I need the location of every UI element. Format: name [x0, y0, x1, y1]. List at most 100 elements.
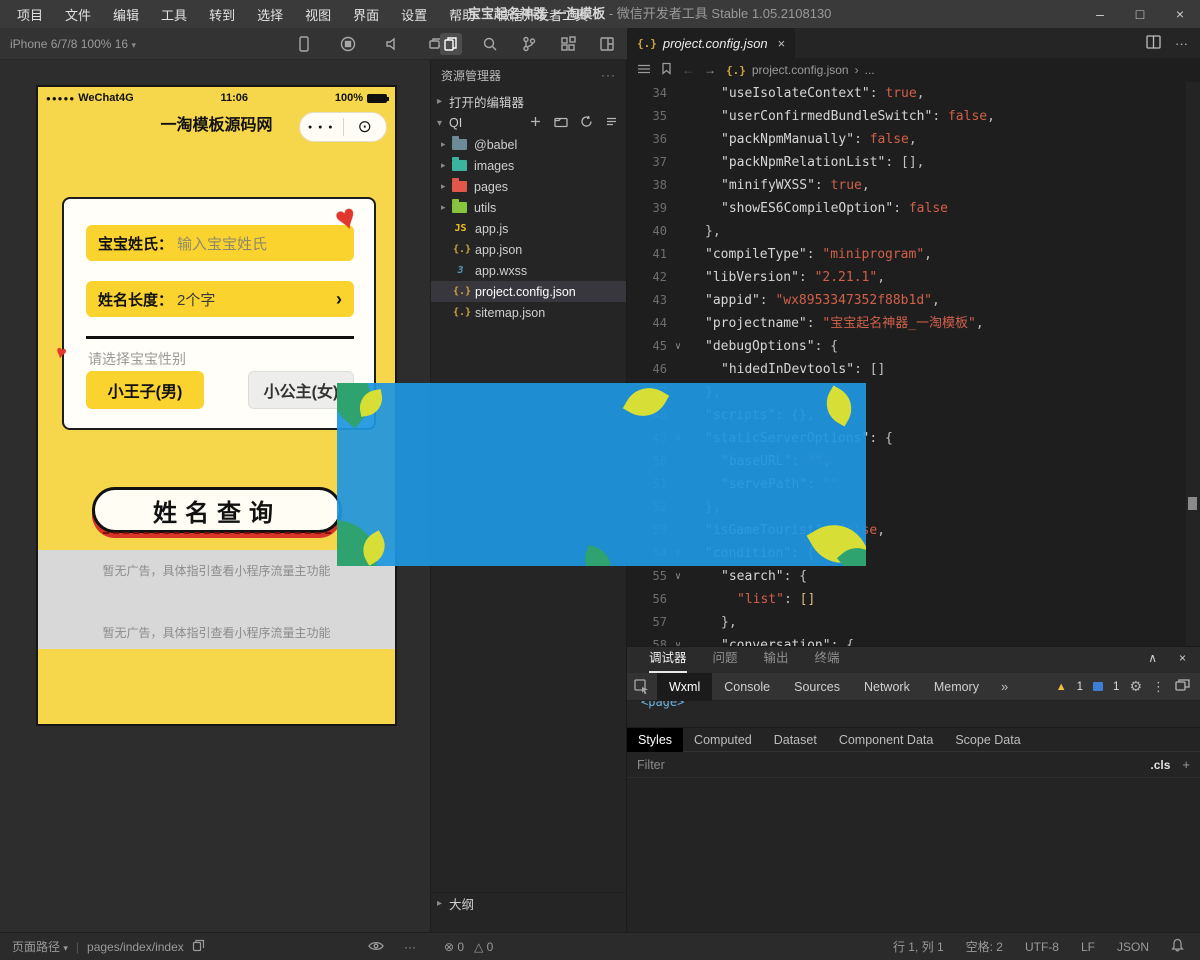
scrollbar-thumb[interactable]: [1188, 497, 1197, 510]
close-tab-icon[interactable]: ×: [778, 36, 786, 51]
explorer-activity-icon[interactable]: [440, 33, 462, 55]
panel-close-icon[interactable]: ×: [1179, 651, 1186, 665]
debugger-panel-tab[interactable]: 问题: [713, 647, 738, 673]
dock-icon[interactable]: [1175, 679, 1190, 695]
filter-input[interactable]: Filter: [637, 758, 1150, 772]
devtools-tab[interactable]: Network: [852, 673, 922, 701]
close-button[interactable]: ×: [1160, 0, 1200, 28]
menu-item[interactable]: 项目: [8, 5, 52, 24]
breadcrumb-file[interactable]: project.config.json: [752, 63, 849, 77]
problems-indicator[interactable]: ⊗ 0 △ 0: [430, 940, 627, 954]
styles-tab[interactable]: Scope Data: [944, 728, 1031, 752]
bell-icon[interactable]: [1171, 938, 1184, 955]
capsule-menu[interactable]: ● ● ● ⊙: [299, 112, 387, 142]
panel-collapse-icon[interactable]: ∧: [1148, 651, 1157, 665]
male-button[interactable]: 小王子(男): [86, 371, 204, 409]
nav-back-icon[interactable]: ←: [682, 63, 694, 77]
statusbar-more-icon[interactable]: ···: [404, 940, 416, 954]
menu-item[interactable]: 工具: [152, 5, 196, 24]
indent-setting[interactable]: 空格: 2: [966, 938, 1003, 955]
debugger-panel-tab[interactable]: 终端: [815, 647, 840, 673]
list-icon[interactable]: [637, 63, 651, 78]
name-length-picker[interactable]: 姓名长度： 2个字 ›: [86, 281, 354, 317]
nav-forward-icon[interactable]: →: [704, 63, 716, 77]
wxml-tree[interactable]: <page>: [627, 701, 1200, 728]
cursor-position[interactable]: 行 1, 列 1: [893, 938, 944, 955]
outline-section[interactable]: ▸大纲: [431, 892, 626, 914]
styles-tab[interactable]: Styles: [627, 728, 683, 752]
name-query-button[interactable]: 姓名查询: [92, 487, 342, 533]
file-item[interactable]: {.}app.json: [431, 239, 626, 260]
styles-tab[interactable]: Computed: [683, 728, 763, 752]
fold-chevron-icon[interactable]: ∨: [667, 335, 689, 358]
warning-icon[interactable]: ▲: [1056, 681, 1067, 693]
eye-icon[interactable]: [368, 940, 384, 954]
rotate-device-icon[interactable]: [293, 33, 315, 55]
fold-chevron-icon[interactable]: ∨: [667, 565, 689, 588]
file-item[interactable]: ▸pages: [431, 176, 626, 197]
file-item[interactable]: 3app.wxss: [431, 260, 626, 281]
devtools-tab[interactable]: Sources: [782, 673, 852, 701]
copy-icon[interactable]: [192, 939, 205, 955]
more-tabs-icon[interactable]: »: [991, 679, 1018, 694]
file-item[interactable]: ▸images: [431, 155, 626, 176]
debugger-panel-tab[interactable]: 调试器: [649, 647, 687, 673]
menu-item[interactable]: 转到: [200, 5, 244, 24]
menu-item[interactable]: 视图: [296, 5, 340, 24]
collapse-all-icon[interactable]: [605, 115, 618, 131]
refresh-icon[interactable]: [580, 115, 593, 131]
tab-project-config[interactable]: {.} project.config.json ×: [627, 28, 795, 58]
debugger-panel-tab[interactable]: 输出: [764, 647, 789, 673]
surname-input[interactable]: 宝宝姓氏： 输入宝宝姓氏: [86, 225, 354, 261]
add-style-icon[interactable]: +: [1182, 757, 1190, 772]
cls-toggle[interactable]: .cls: [1150, 758, 1170, 772]
menu-item[interactable]: 选择: [248, 5, 292, 24]
menu-item[interactable]: 文件: [56, 5, 100, 24]
file-item[interactable]: JSapp.js: [431, 218, 626, 239]
new-folder-icon[interactable]: [554, 116, 568, 131]
maximize-button[interactable]: □: [1120, 0, 1160, 28]
settings-gear-icon[interactable]: ⚙: [1129, 678, 1142, 695]
devtools-tab[interactable]: Wxml: [657, 673, 712, 701]
devtools-tab[interactable]: Memory: [922, 673, 991, 701]
minimize-button[interactable]: –: [1080, 0, 1120, 28]
file-item[interactable]: ▸@babel: [431, 134, 626, 155]
search-icon[interactable]: [479, 33, 501, 55]
more-actions-icon[interactable]: ···: [601, 68, 616, 82]
open-editors-section[interactable]: ▸打开的编辑器: [431, 90, 626, 112]
language-mode[interactable]: JSON: [1117, 940, 1149, 954]
editor-more-icon[interactable]: ···: [1175, 36, 1188, 51]
mute-icon[interactable]: [381, 33, 403, 55]
page-path-value[interactable]: pages/index/index: [87, 940, 184, 954]
devtools-tab[interactable]: Console: [712, 673, 782, 701]
new-file-icon[interactable]: [529, 115, 542, 131]
page-path-dropdown[interactable]: 页面路径 ▾: [12, 938, 68, 955]
device-selector[interactable]: iPhone 6/7/8 100% 16 ▾: [0, 37, 136, 51]
file-item[interactable]: {.}sitemap.json: [431, 302, 626, 323]
devtools-more-icon[interactable]: ⋮: [1152, 679, 1165, 695]
exit-target-icon[interactable]: ⊙: [344, 113, 387, 141]
eol-setting[interactable]: LF: [1081, 940, 1095, 954]
fold-chevron-icon[interactable]: ∨: [667, 634, 689, 646]
styles-tab[interactable]: Dataset: [763, 728, 828, 752]
menu-item[interactable]: 编辑: [104, 5, 148, 24]
record-icon[interactable]: [337, 33, 359, 55]
styles-tab[interactable]: Component Data: [828, 728, 945, 752]
editor-layout-icon[interactable]: [596, 33, 618, 55]
wxml-page-node[interactable]: <page>: [641, 701, 684, 709]
more-menu-icon[interactable]: ● ● ●: [300, 124, 343, 131]
menu-item[interactable]: 设置: [392, 5, 436, 24]
message-icon[interactable]: [1093, 682, 1103, 691]
split-editor-icon[interactable]: [1146, 35, 1161, 52]
inspect-element-icon[interactable]: [627, 679, 657, 695]
extensions-icon[interactable]: [557, 33, 579, 55]
breadcrumb-more[interactable]: ...: [865, 63, 875, 77]
git-branch-icon[interactable]: [518, 33, 540, 55]
bookmark-icon[interactable]: [661, 62, 672, 78]
editor-scrollbar[interactable]: [1186, 82, 1200, 646]
menu-item[interactable]: 界面: [344, 5, 388, 24]
encoding-setting[interactable]: UTF-8: [1025, 940, 1059, 954]
file-item[interactable]: {.}project.config.json: [431, 281, 626, 302]
project-root-folder[interactable]: ▾QI: [431, 112, 626, 134]
file-item[interactable]: ▸utils: [431, 197, 626, 218]
